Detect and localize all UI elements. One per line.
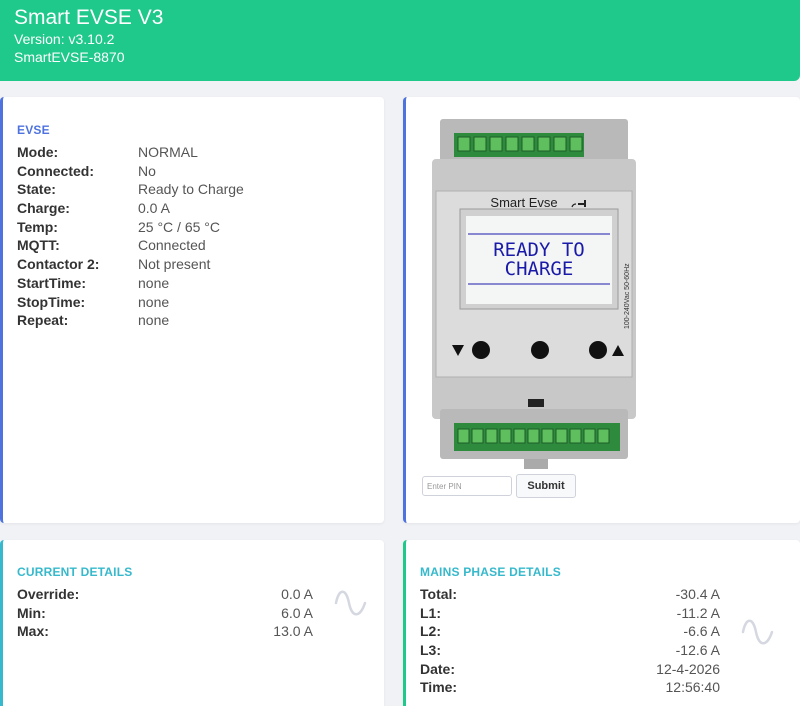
- row-value: -12.6 A: [675, 642, 720, 659]
- row-value: none: [138, 312, 170, 329]
- row-value: 0.0 A: [281, 586, 313, 602]
- row-value: Ready to Charge: [138, 181, 244, 198]
- row-label: Max:: [17, 623, 49, 640]
- version-text: Version: v3.10.2: [14, 31, 115, 47]
- row-value: -30.4 A: [675, 586, 720, 602]
- row-label: L1:: [420, 604, 441, 621]
- evse-section-title: EVSE: [17, 123, 50, 137]
- evse-row-temp: Temp: 25 °C / 65 °C: [17, 218, 244, 237]
- device-button-right: [589, 341, 607, 359]
- row-label: StartTime:: [17, 274, 86, 291]
- app-header: Smart EVSE V3 Version: v3.10.2 SmartEVSE…: [0, 0, 800, 81]
- row-label: State:: [17, 181, 56, 198]
- row-value: Not present: [138, 256, 211, 273]
- evse-row-starttime: StartTime: none: [17, 274, 244, 293]
- evse-row-state: State: Ready to Charge: [17, 180, 244, 199]
- current-details-card: CURRENT DETAILS Override: 0.0 A Min: 6.0 A…: [0, 540, 384, 706]
- mains-row-l2: L2: -6.6 A: [420, 622, 720, 641]
- mains-row-time: Time: 12:56:40: [420, 678, 720, 697]
- din-clip: [524, 459, 548, 469]
- evse-row-stoptime: StopTime: none: [17, 293, 244, 312]
- row-label: MQTT:: [17, 237, 60, 254]
- row-value: 0.0 A: [138, 200, 170, 217]
- mains-details-list: Total: -30.4 A L1: -11.2 A L2: -6.6 A L3: -1…: [420, 585, 720, 697]
- row-label: L3:: [420, 642, 441, 659]
- row-label: Charge:: [17, 200, 70, 217]
- mains-row-l3: L3: -12.6 A: [420, 641, 720, 660]
- bottom-vent: [528, 399, 544, 407]
- evse-row-connected: Connected: No: [17, 162, 244, 181]
- row-value: -6.6 A: [683, 623, 720, 640]
- row-label: Date:: [420, 660, 456, 677]
- mains-row-date: Date: 12-4-2026: [420, 660, 720, 679]
- row-value: 25 °C / 65 °C: [138, 218, 221, 235]
- evse-row-mqtt: MQTT: Connected: [17, 236, 244, 255]
- mains-row-l1: L1: -11.2 A: [420, 604, 720, 623]
- device-id-text: SmartEVSE-8870: [14, 49, 125, 65]
- row-value: 13.0 A: [273, 623, 313, 640]
- device-card: Smart Evse READY TO CHARGE 100-240Vac 50…: [403, 97, 800, 523]
- sine-wave-icon: [741, 619, 774, 645]
- evse-row-repeat: Repeat: none: [17, 311, 244, 330]
- current-row-max: Max: 13.0 A: [17, 622, 313, 641]
- row-label: Min:: [17, 604, 46, 621]
- evse-device-image: Smart Evse READY TO CHARGE 100-240Vac 50…: [432, 119, 636, 469]
- device-side-label: 100-240Vac 50-60Hz: [624, 263, 631, 329]
- current-row-override: Override: 0.0 A: [17, 585, 313, 604]
- mains-row-total: Total: -30.4 A: [420, 585, 720, 604]
- row-label: Time:: [420, 679, 458, 696]
- evse-row-contactor2: Contactor 2: Not present: [17, 255, 244, 274]
- device-brand-text: Smart Evse: [490, 195, 557, 210]
- row-label: Mode:: [17, 144, 59, 160]
- row-label: L2:: [420, 623, 441, 640]
- row-label: Repeat:: [17, 312, 69, 329]
- current-section-title: CURRENT DETAILS: [17, 565, 133, 579]
- current-row-min: Min: 6.0 A: [17, 604, 313, 623]
- row-label: Temp:: [17, 218, 58, 235]
- mains-section-title: MAINS PHASE DETAILS: [420, 565, 561, 579]
- row-label: StopTime:: [17, 293, 86, 310]
- row-value: No: [138, 162, 156, 179]
- evse-card: EVSE Mode: NORMAL Connected: No State: Read…: [0, 97, 384, 523]
- row-label: Connected:: [17, 162, 94, 179]
- row-value: NORMAL: [138, 144, 198, 160]
- sine-wave-icon: [334, 590, 367, 616]
- row-value: Connected: [138, 237, 206, 254]
- row-value: -11.2 A: [676, 604, 720, 621]
- row-label: Override:: [17, 586, 80, 602]
- mains-phase-card: MAINS PHASE DETAILS Total: -30.4 A L1: -11…: [403, 540, 800, 706]
- row-value: none: [138, 293, 170, 310]
- device-button-left: [472, 341, 490, 359]
- evse-status-list: Mode: NORMAL Connected: No State: Ready to …: [17, 143, 244, 330]
- row-label: Total:: [420, 586, 458, 602]
- app-title: Smart EVSE V3: [14, 6, 164, 29]
- evse-row-mode: Mode: NORMAL: [17, 143, 244, 162]
- lcd-line-2: CHARGE: [505, 258, 574, 280]
- row-value: 12-4-2026: [656, 660, 720, 677]
- device-button-middle: [531, 341, 549, 359]
- evse-row-charge: Charge: 0.0 A: [17, 199, 244, 218]
- row-value: 6.0 A: [281, 604, 313, 621]
- current-details-list: Override: 0.0 A Min: 6.0 A Max: 13.0 A: [17, 585, 313, 641]
- row-value: none: [138, 274, 170, 291]
- pin-input[interactable]: [422, 476, 512, 496]
- row-label: Contactor 2:: [17, 256, 100, 273]
- row-value: 12:56:40: [665, 679, 721, 696]
- submit-pin-button[interactable]: Submit: [516, 474, 576, 498]
